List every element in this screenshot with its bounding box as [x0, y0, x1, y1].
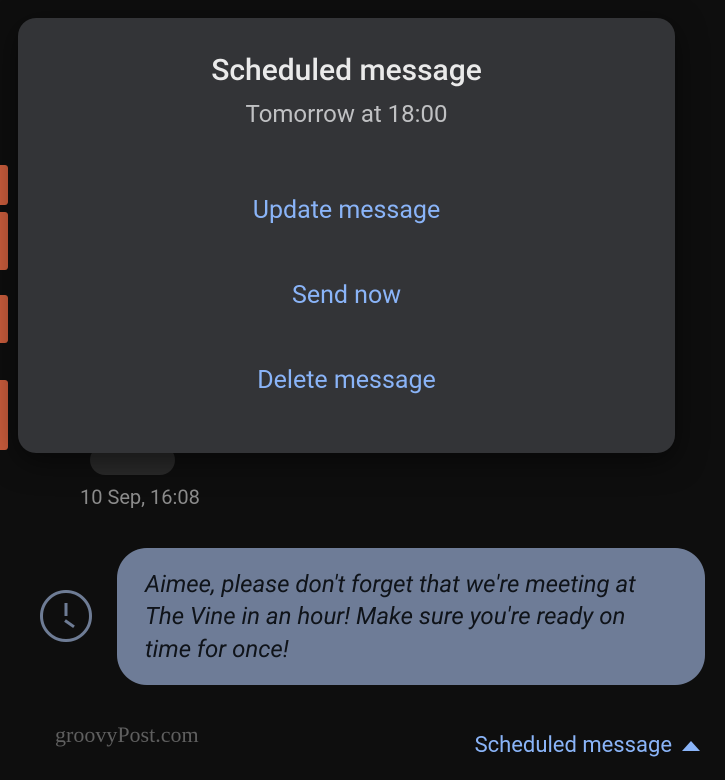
delete-message-button[interactable]: Delete message	[48, 338, 645, 423]
watermark-text: groovyPost.com	[55, 722, 199, 748]
edge-decoration	[0, 165, 8, 205]
dialog-subtitle: Tomorrow at 18:00	[48, 100, 645, 128]
update-message-button[interactable]: Update message	[48, 168, 645, 253]
caret-up-icon	[682, 741, 700, 751]
scheduled-message-row[interactable]: Aimee, please don't forget that we're me…	[40, 548, 705, 685]
scheduled-message-dialog: Scheduled message Tomorrow at 18:00 Upda…	[18, 18, 675, 453]
message-timestamp: 10 Sep, 16:08	[80, 485, 200, 509]
dialog-title: Scheduled message	[48, 53, 645, 88]
scheduled-status-toggle[interactable]: Scheduled message	[475, 733, 700, 758]
edge-decoration	[0, 295, 8, 343]
edge-decoration	[0, 380, 8, 450]
scheduled-message-bubble[interactable]: Aimee, please don't forget that we're me…	[117, 548, 705, 685]
send-now-button[interactable]: Send now	[48, 253, 645, 338]
edge-decoration	[0, 212, 8, 270]
clock-icon	[40, 590, 92, 642]
scheduled-status-label: Scheduled message	[475, 733, 672, 758]
